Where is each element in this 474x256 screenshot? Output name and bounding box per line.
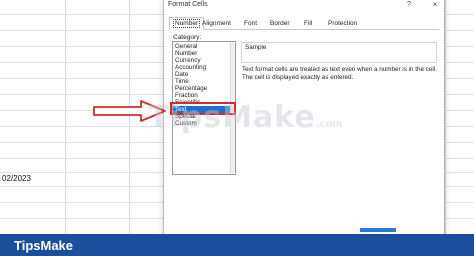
format-description-detail: The cell is displayed exactly as entered… — [242, 74, 354, 81]
sample-group: Sample — [241, 42, 437, 63]
help-button[interactable]: ? — [404, 1, 414, 10]
category-item-time[interactable]: Time — [175, 78, 189, 85]
footer-bar: TipsMake — [0, 234, 474, 256]
category-item-general[interactable]: General — [175, 43, 197, 50]
tab-protection[interactable]: Protection — [325, 18, 360, 30]
tab-fill[interactable]: Fill — [301, 18, 315, 30]
tab-strip: Number Alignment Font Border Fill Protec… — [169, 17, 439, 30]
ok-button[interactable] — [360, 228, 396, 232]
close-button[interactable]: × — [430, 0, 440, 10]
column-divider — [445, 0, 446, 234]
category-item-date[interactable]: Date — [175, 71, 188, 78]
category-item-accounting[interactable]: Accounting — [175, 64, 206, 71]
tab-alignment[interactable]: Alignment — [199, 18, 234, 30]
watermark: TipsMake.com — [148, 100, 343, 135]
column-divider — [65, 0, 66, 234]
sample-label: Sample — [245, 44, 267, 51]
tab-font[interactable]: Font — [241, 18, 260, 30]
category-item-number[interactable]: Number — [175, 50, 197, 57]
category-item-fraction[interactable]: Fraction — [175, 92, 198, 99]
tab-border[interactable]: Border — [267, 18, 293, 30]
category-item-currency[interactable]: Currency — [175, 57, 201, 64]
category-item-percentage[interactable]: Percentage — [175, 85, 207, 92]
category-label: Category: — [173, 34, 202, 41]
watermark-text: TipsMake — [148, 100, 316, 135]
dialog-title: Format Cells — [168, 1, 208, 8]
watermark-suffix: .com — [315, 119, 343, 130]
footer-logo: TipsMake — [14, 238, 74, 253]
format-description: Text format cells are treated as text ev… — [242, 66, 437, 73]
date-cell[interactable]: 02/2023 — [2, 174, 31, 183]
tab-number-label: Number — [173, 19, 201, 28]
